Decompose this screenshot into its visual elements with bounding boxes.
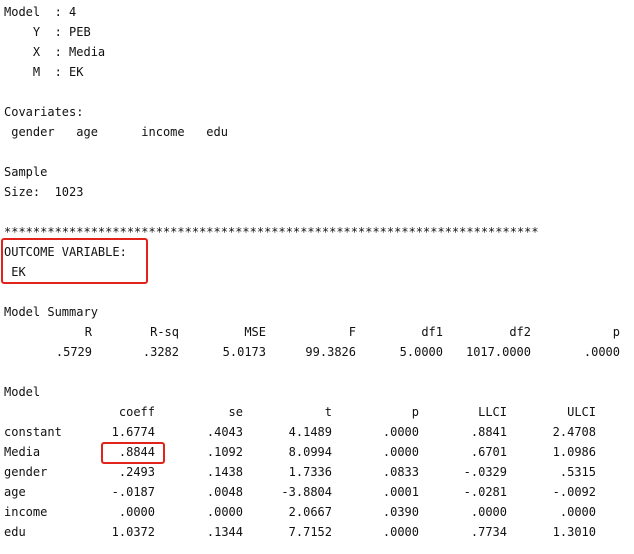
model-row-label-income: income bbox=[4, 505, 48, 519]
model-cell-income-t: 2.0667 bbox=[288, 505, 332, 519]
model-cell-age-ulci: -.0092 bbox=[552, 485, 596, 499]
model-cell-constant-p: .0000 bbox=[382, 425, 419, 439]
model-cell-income-se: .0000 bbox=[206, 505, 243, 519]
model-cell-edu-llci: .7734 bbox=[470, 525, 507, 539]
sample-size: Size: 1023 bbox=[4, 185, 84, 199]
model-table-title: Model bbox=[4, 385, 41, 399]
summary-value-r-sq: .3282 bbox=[142, 345, 179, 359]
m-variable-line: M : EK bbox=[4, 65, 84, 79]
model-cell-age-llci: -.0281 bbox=[463, 485, 507, 499]
model-row-label-age: age bbox=[4, 485, 26, 499]
model-cell-edu-se: .1344 bbox=[206, 525, 243, 539]
x-variable-line: X : Media bbox=[4, 45, 106, 59]
model-cell-age-p: .0001 bbox=[382, 485, 419, 499]
model-cell-Media-p: .0000 bbox=[382, 445, 419, 459]
summary-value-f: 99.3826 bbox=[305, 345, 356, 359]
model-cell-age-coeff: -.0187 bbox=[111, 485, 155, 499]
covariates-title: Covariates: bbox=[4, 105, 84, 119]
model-cell-income-coeff: .0000 bbox=[118, 505, 155, 519]
model-cell-gender-se: .1438 bbox=[206, 465, 243, 479]
model-cell-gender-t: 1.7336 bbox=[288, 465, 332, 479]
model-cell-income-llci: .0000 bbox=[470, 505, 507, 519]
summary-header-f: F bbox=[348, 325, 356, 339]
output-console: Model : 4 Y : PEB X : Media M : EK Covar… bbox=[0, 0, 634, 554]
model-row-label-constant: constant bbox=[4, 425, 62, 439]
model-cell-income-ulci: .0000 bbox=[559, 505, 596, 519]
sample-title: Sample bbox=[4, 165, 48, 179]
model-header-llci: LLCI bbox=[478, 405, 507, 419]
summary-value-df2: 1017.0000 bbox=[465, 345, 531, 359]
model-row-label-gender: gender bbox=[4, 465, 48, 479]
model-summary-title: Model Summary bbox=[4, 305, 98, 319]
model-cell-gender-p: .0833 bbox=[382, 465, 419, 479]
model-cell-edu-coeff: 1.0372 bbox=[111, 525, 155, 539]
model-cell-constant-llci: .8841 bbox=[470, 425, 507, 439]
model-row-label-Media: Media bbox=[4, 445, 41, 459]
summary-value-r: .5729 bbox=[55, 345, 92, 359]
summary-value-p: .0000 bbox=[583, 345, 620, 359]
model-cell-gender-coeff: .2493 bbox=[118, 465, 155, 479]
summary-header-df1: df1 bbox=[421, 325, 443, 339]
model-cell-Media-llci: .6701 bbox=[470, 445, 507, 459]
model-cell-Media-se: .1092 bbox=[206, 445, 243, 459]
model-header-ulci: ULCI bbox=[567, 405, 596, 419]
model-cell-constant-coeff: 1.6774 bbox=[111, 425, 155, 439]
model-cell-Media-ulci: 1.0986 bbox=[552, 445, 596, 459]
model-cell-constant-t: 4.1489 bbox=[288, 425, 332, 439]
model-cell-gender-ulci: .5315 bbox=[559, 465, 596, 479]
model-cell-edu-p: .0000 bbox=[382, 525, 419, 539]
summary-value-df1: 5.0000 bbox=[399, 345, 443, 359]
model-header-t: t bbox=[324, 405, 332, 419]
model-header-se: se bbox=[228, 405, 243, 419]
model-cell-Media-t: 8.0994 bbox=[288, 445, 332, 459]
summary-header-r: R bbox=[84, 325, 92, 339]
model-cell-constant-ulci: 2.4708 bbox=[552, 425, 596, 439]
model-row-label-edu: edu bbox=[4, 525, 26, 539]
model-cell-income-p: .0390 bbox=[382, 505, 419, 519]
summary-value-mse: 5.0173 bbox=[222, 345, 266, 359]
y-variable-line: Y : PEB bbox=[4, 25, 91, 39]
model-cell-constant-se: .4043 bbox=[206, 425, 243, 439]
summary-header-df2: df2 bbox=[509, 325, 531, 339]
model-cell-age-se: .0048 bbox=[206, 485, 243, 499]
model-cell-age-t: -3.8804 bbox=[281, 485, 332, 499]
outcome-highlight-box bbox=[1, 238, 148, 284]
summary-header-r-sq: R-sq bbox=[150, 325, 179, 339]
model-header-p: p bbox=[411, 405, 419, 419]
model-cell-edu-ulci: 1.3010 bbox=[552, 525, 596, 539]
model-cell-gender-llci: -.0329 bbox=[463, 465, 507, 479]
model-header-coeff: coeff bbox=[118, 405, 155, 419]
summary-header-mse: MSE bbox=[244, 325, 266, 339]
covariates-list: gender age income edu bbox=[4, 125, 228, 139]
model-number-line: Model : 4 bbox=[4, 5, 77, 19]
summary-header-p: p bbox=[612, 325, 620, 339]
model-cell-edu-t: 7.7152 bbox=[288, 525, 332, 539]
model-cell-Media-coeff: .8844 bbox=[118, 445, 155, 459]
